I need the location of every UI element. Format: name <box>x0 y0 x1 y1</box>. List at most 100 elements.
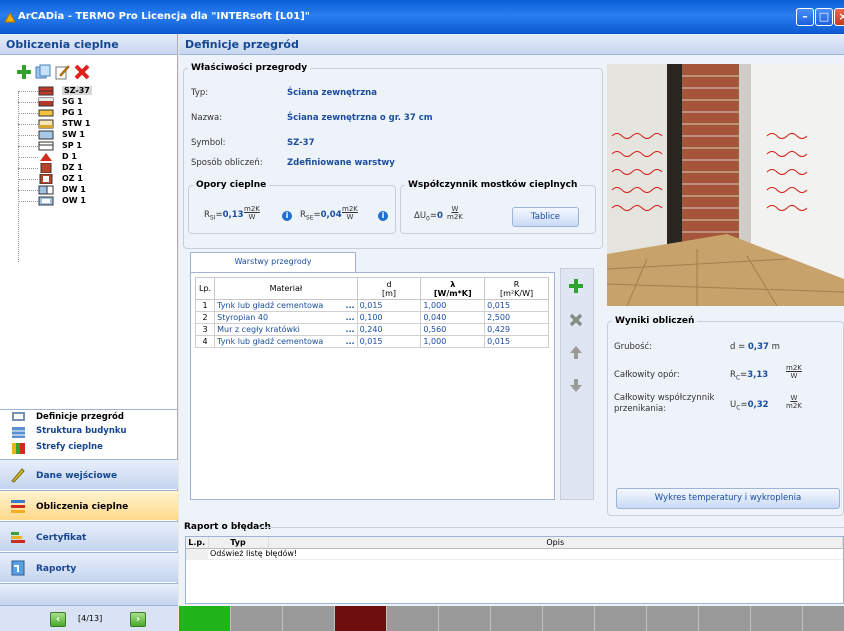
status-bar <box>179 606 844 631</box>
copy-icon[interactable] <box>35 64 51 80</box>
tree-item[interactable]: D 1 <box>18 152 176 163</box>
left-panel: Obliczenia cieplne SZ-37 SG 1 PG 1 STW 1… <box>0 34 178 631</box>
row-material[interactable]: Tynk lub gładź cementowa... <box>214 335 358 348</box>
tables-button[interactable]: Tablice <box>512 207 579 227</box>
add-layer-icon[interactable] <box>568 278 584 294</box>
table-row[interactable]: 3 Mur z cegły kratówki... 0,240 0,560 0,… <box>194 323 549 336</box>
delete-icon[interactable] <box>74 64 90 80</box>
errors-table: L.p. Typ Opis Odśwież listę błędów! <box>186 537 843 560</box>
name-value[interactable]: Ściana zewnętrzna o gr. 37 cm <box>287 113 433 123</box>
table-row[interactable]: 4 Tynk lub gładź cementowa... 0,015 1,00… <box>194 335 549 348</box>
table-row[interactable]: Odśwież listę błędów! <box>186 548 843 560</box>
status-segment <box>439 606 491 631</box>
tree-item[interactable]: SZ-37 <box>18 86 176 97</box>
type-value[interactable]: Ściana zewnętrzna <box>287 88 377 98</box>
minimize-button[interactable]: – <box>796 8 814 26</box>
status-segment <box>387 606 439 631</box>
info-icon[interactable]: i <box>282 211 292 221</box>
tree-item[interactable]: STW 1 <box>18 119 176 130</box>
transfer-unit: Wm2K <box>786 394 802 410</box>
maximize-button[interactable]: □ <box>815 8 833 26</box>
col-lambda: λ [W/m*K] <box>420 277 486 300</box>
move-up-icon[interactable] <box>568 344 584 360</box>
row-r: 0,015 <box>484 335 549 348</box>
tree-item[interactable]: OW 1 <box>18 196 176 207</box>
method-value[interactable]: Zdefiniowane warstwy <box>287 158 395 168</box>
col-material: Materiał <box>214 277 358 300</box>
row-d[interactable]: 0,015 <box>356 299 422 312</box>
row-d[interactable]: 0,015 <box>356 335 422 348</box>
internal-window-icon <box>38 196 54 206</box>
symbol-value[interactable]: SZ-37 <box>287 138 315 148</box>
layers-panel: Lp. Materiał d [m] λ [W/m*K] R [m²K/W] 1 Ty… <box>190 272 555 500</box>
nav-label: Dane wejściowe <box>36 471 118 481</box>
tree-item[interactable]: DW 1 <box>18 185 176 196</box>
subnav-label: Strefy cieplne <box>36 442 103 452</box>
nav-empty <box>0 583 178 605</box>
next-page-button[interactable]: › <box>130 612 146 627</box>
row-lp: 1 <box>194 299 216 312</box>
remove-layer-icon[interactable] <box>568 312 584 328</box>
subnav-label: Definicje przegród <box>36 412 124 422</box>
move-down-icon[interactable] <box>568 378 584 394</box>
nav-certyfikat[interactable]: Certyfikat <box>0 521 178 551</box>
nav-raporty[interactable]: Raporty <box>0 552 178 582</box>
row-material[interactable]: Tynk lub gładź cementowa... <box>214 299 358 312</box>
info-icon[interactable]: i <box>378 211 388 221</box>
subnav-definicje[interactable]: Definicje przegród <box>0 409 178 425</box>
col-r: R [m²K/W] <box>484 277 549 300</box>
type-label: Typ: <box>191 88 209 98</box>
row-lambda[interactable]: 0,040 <box>420 311 486 324</box>
status-segment <box>283 606 335 631</box>
table-row[interactable]: 2 Styropian 40... 0,100 0,040 2,500 <box>194 311 549 324</box>
wall-illustration <box>607 64 844 306</box>
du-unit: Wm2K <box>447 205 463 221</box>
slab-icon <box>38 141 54 151</box>
nav-obliczenia-cieplne[interactable]: Obliczenia cieplne <box>0 490 178 520</box>
subnav-struktura[interactable]: Struktura budynku <box>0 426 178 440</box>
nav-label: Certyfikat <box>36 533 87 543</box>
temperature-chart-button[interactable]: Wykres temperatury i wykroplenia <box>616 488 840 509</box>
more-button[interactable]: ... <box>345 301 354 310</box>
status-segment <box>491 606 543 631</box>
resistance-unit: m2K W <box>786 364 802 380</box>
more-button[interactable]: ... <box>345 337 354 346</box>
tree-item[interactable]: SP 1 <box>18 141 176 152</box>
tree-item[interactable]: DZ 1 <box>18 163 176 174</box>
resistance-value: RC=3,13 <box>730 370 769 382</box>
row-lambda[interactable]: 1,000 <box>420 335 486 348</box>
results-legend: Wyniki obliczeń <box>615 316 695 326</box>
subnav-strefy[interactable]: Strefy cieplne <box>0 442 178 456</box>
method-label: Sposób obliczeń: <box>191 158 263 168</box>
errors-legend: Raport o błędach <box>184 522 271 532</box>
refresh-errors-message[interactable]: Odśwież listę błędów! <box>208 548 843 560</box>
close-button[interactable]: × <box>834 8 844 26</box>
nav-label: Raporty <box>36 564 77 574</box>
nav-dane-wejsciowe[interactable]: Dane wejściowe <box>0 459 178 489</box>
more-button[interactable]: ... <box>345 325 354 334</box>
edit-icon[interactable] <box>54 64 70 80</box>
more-button[interactable]: ... <box>345 313 354 322</box>
row-d[interactable]: 0,240 <box>356 323 422 336</box>
tree-item[interactable]: PG 1 <box>18 108 176 119</box>
tab-layers[interactable]: Warstwy przegrody <box>190 252 356 272</box>
row-material[interactable]: Styropian 40... <box>214 311 358 324</box>
row-d[interactable]: 0,100 <box>356 311 422 324</box>
row-r: 0,015 <box>484 299 549 312</box>
table-row[interactable]: 1 Tynk lub gładź cementowa... 0,015 1,00… <box>194 299 549 312</box>
tree-item[interactable]: SW 1 <box>18 130 176 141</box>
thermal-zones-icon <box>12 443 25 454</box>
thickness-label: Grubość: <box>614 342 653 352</box>
tree-item[interactable]: OZ 1 <box>18 174 176 185</box>
title-bar: ArCADia - TERMO Pro Licencja dla "INTERs… <box>0 0 844 34</box>
tree-item[interactable]: SG 1 <box>18 97 176 108</box>
layers-table: Lp. Materiał d [m] λ [W/m*K] R [m²K/W] 1 Ty… <box>194 277 549 348</box>
prev-page-button[interactable]: ‹ <box>50 612 66 627</box>
building-structure-icon <box>12 427 25 438</box>
row-lambda[interactable]: 0,560 <box>420 323 486 336</box>
ceiling-icon <box>38 119 54 129</box>
transfer-value: UC=0,32 <box>730 400 769 412</box>
row-lambda[interactable]: 1,000 <box>420 299 486 312</box>
add-icon[interactable] <box>16 64 32 80</box>
row-material[interactable]: Mur z cegły kratówki... <box>214 323 358 336</box>
